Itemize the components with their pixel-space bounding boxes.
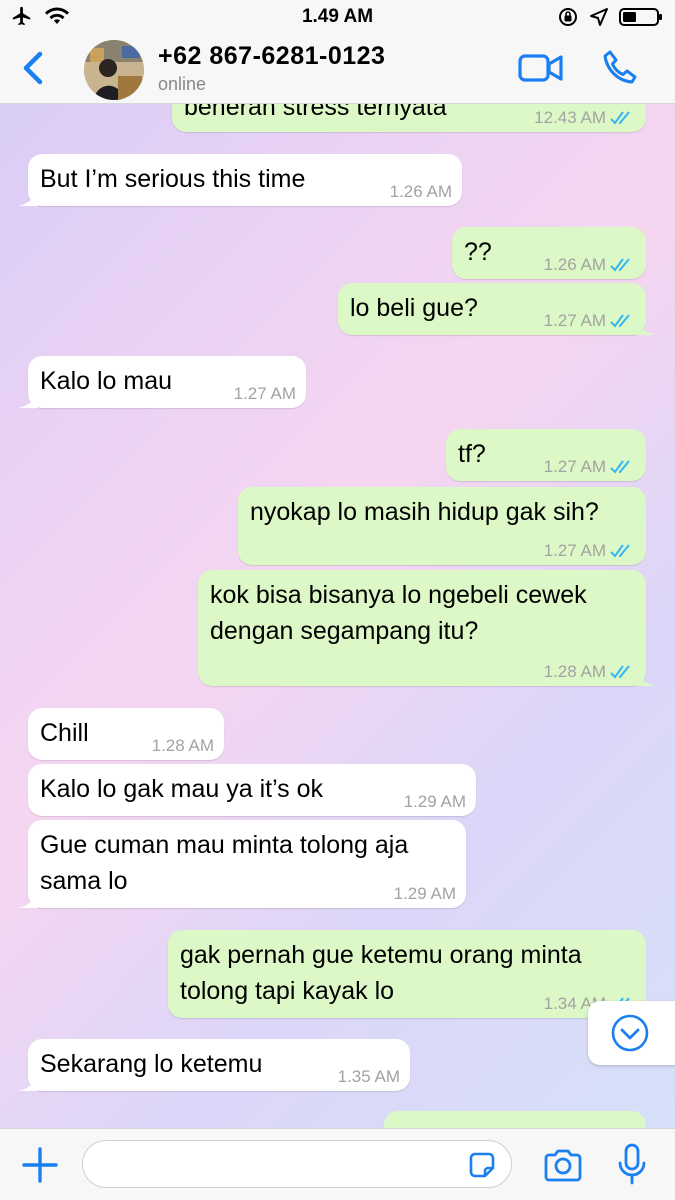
message-time: 1.29 AM xyxy=(393,884,456,903)
video-call-button[interactable] xyxy=(518,50,564,86)
message-time: 1.26 AM xyxy=(389,182,452,201)
message-meta: 1.29 AM xyxy=(404,792,466,812)
sticker-icon xyxy=(469,1152,495,1178)
message-outgoing[interactable]: nyokap lo masih hidup gak sih? 1.27 AM xyxy=(238,487,646,565)
bubble-tail xyxy=(636,668,656,686)
message-text-line: gak pernah gue ketemu orang minta xyxy=(180,941,582,969)
message-meta: 1.26 AM xyxy=(544,255,636,275)
mic-icon xyxy=(618,1143,646,1185)
camera-button[interactable] xyxy=(542,1145,584,1185)
location-arrow-icon xyxy=(590,8,608,26)
message-outgoing[interactable]: kok bisa bisanya lo ngebeli cewek dengan… xyxy=(198,570,656,686)
bubble-tail xyxy=(636,317,656,335)
read-ticks-icon xyxy=(610,460,630,474)
message-outgoing[interactable]: beneran stress ternyata 12.43 AM xyxy=(172,104,646,132)
message-meta: 1.28 AM xyxy=(544,662,636,682)
read-ticks-icon xyxy=(610,258,630,272)
message-outgoing[interactable]: gak pernah gue ketemu orang minta tolong… xyxy=(168,930,646,1018)
message-meta: 1.29 AM xyxy=(394,884,456,904)
chat-header: +62 867-6281-0123 online xyxy=(0,34,675,104)
orientation-lock-icon xyxy=(559,8,577,26)
message-text: Kalo lo gak mau ya it’s ok xyxy=(40,775,324,803)
back-chevron-icon xyxy=(23,51,43,85)
message-time: 1.28 AM xyxy=(543,662,606,681)
chat-area[interactable]: beneran stress ternyata 12.43 AM But I’m… xyxy=(0,104,675,1128)
message-text-line: kok bisa bisanya lo ngebeli cewek xyxy=(210,581,587,609)
read-ticks-icon xyxy=(610,665,630,679)
message-incoming[interactable]: Chill 1.28 AM xyxy=(28,708,224,760)
message-meta: 1.27 AM xyxy=(544,311,636,331)
message-text-line: Gue cuman mau minta tolong aja xyxy=(40,831,409,859)
message-input[interactable] xyxy=(82,1140,512,1188)
contact-status: online xyxy=(158,74,207,94)
message-text: nyokap lo masih hidup gak sih? xyxy=(250,498,599,526)
message-meta: 1.27 AM xyxy=(544,457,636,477)
message-text-line: sama lo xyxy=(40,867,128,895)
message-time: 1.27 AM xyxy=(543,541,606,560)
bubble-tail xyxy=(18,188,38,206)
read-ticks-icon xyxy=(610,544,630,558)
message-meta: 1.26 AM xyxy=(390,182,452,202)
message-outgoing[interactable]: ?? 1.26 AM xyxy=(452,227,646,279)
contact-name[interactable]: +62 867-6281-0123 xyxy=(158,42,385,71)
chevron-down-circle-icon xyxy=(611,1014,649,1052)
back-button[interactable] xyxy=(14,48,54,88)
status-right xyxy=(557,6,663,28)
camera-icon xyxy=(544,1149,582,1182)
message-time: 1.35 AM xyxy=(337,1067,400,1086)
voice-message-button[interactable] xyxy=(616,1143,648,1187)
message-time: 1.26 AM xyxy=(543,255,606,274)
message-time: 1.29 AM xyxy=(403,792,466,811)
message-meta: 1.28 AM xyxy=(152,736,214,756)
input-bar xyxy=(0,1128,675,1200)
avatar-photo xyxy=(84,40,144,100)
message-time: 1.27 AM xyxy=(233,384,296,403)
message-text: But I’m serious this time xyxy=(40,165,306,193)
message-outgoing[interactable]: tf? 1.27 AM xyxy=(446,429,646,481)
avatar[interactable] xyxy=(84,40,144,100)
message-incoming[interactable]: Sekarang lo ketemu 1.35 AM xyxy=(18,1039,410,1091)
message-incoming[interactable]: Gue cuman mau minta tolong aja sama lo 1… xyxy=(18,820,466,908)
battery-icon xyxy=(619,8,662,26)
message-time: 12.43 AM xyxy=(534,108,606,127)
sticker-button[interactable] xyxy=(466,1149,498,1181)
message-incoming[interactable]: Kalo lo mau 1.27 AM xyxy=(18,356,306,408)
status-bar: 1.49 AM xyxy=(0,0,675,34)
attach-button[interactable] xyxy=(20,1145,60,1185)
bubble-tail xyxy=(18,890,38,908)
message-text-line: dengan segampang itu? xyxy=(210,617,479,645)
message-outgoing-partial[interactable] xyxy=(384,1111,646,1128)
message-incoming[interactable]: Kalo lo gak mau ya it’s ok 1.29 AM xyxy=(28,764,476,816)
scroll-to-bottom-button[interactable] xyxy=(588,1001,675,1065)
read-ticks-icon xyxy=(610,111,630,125)
read-ticks-icon xyxy=(610,314,630,328)
message-meta: 1.27 AM xyxy=(234,384,296,404)
message-outgoing[interactable]: lo beli gue? 1.27 AM xyxy=(338,283,656,335)
message-time: 1.27 AM xyxy=(543,311,606,330)
message-meta: 1.27 AM xyxy=(544,541,636,561)
video-call-icon xyxy=(518,54,563,82)
message-time: 1.28 AM xyxy=(151,736,214,755)
voice-call-button[interactable] xyxy=(600,48,640,88)
message-meta: 12.43 AM xyxy=(534,108,636,128)
phone-icon xyxy=(603,50,637,84)
message-meta: 1.35 AM xyxy=(338,1067,400,1087)
bubble-tail xyxy=(18,1073,38,1091)
message-incoming[interactable]: But I’m serious this time 1.26 AM xyxy=(18,154,462,206)
plus-icon xyxy=(22,1147,58,1183)
bubble-tail xyxy=(18,390,38,408)
message-time: 1.27 AM xyxy=(543,457,606,476)
